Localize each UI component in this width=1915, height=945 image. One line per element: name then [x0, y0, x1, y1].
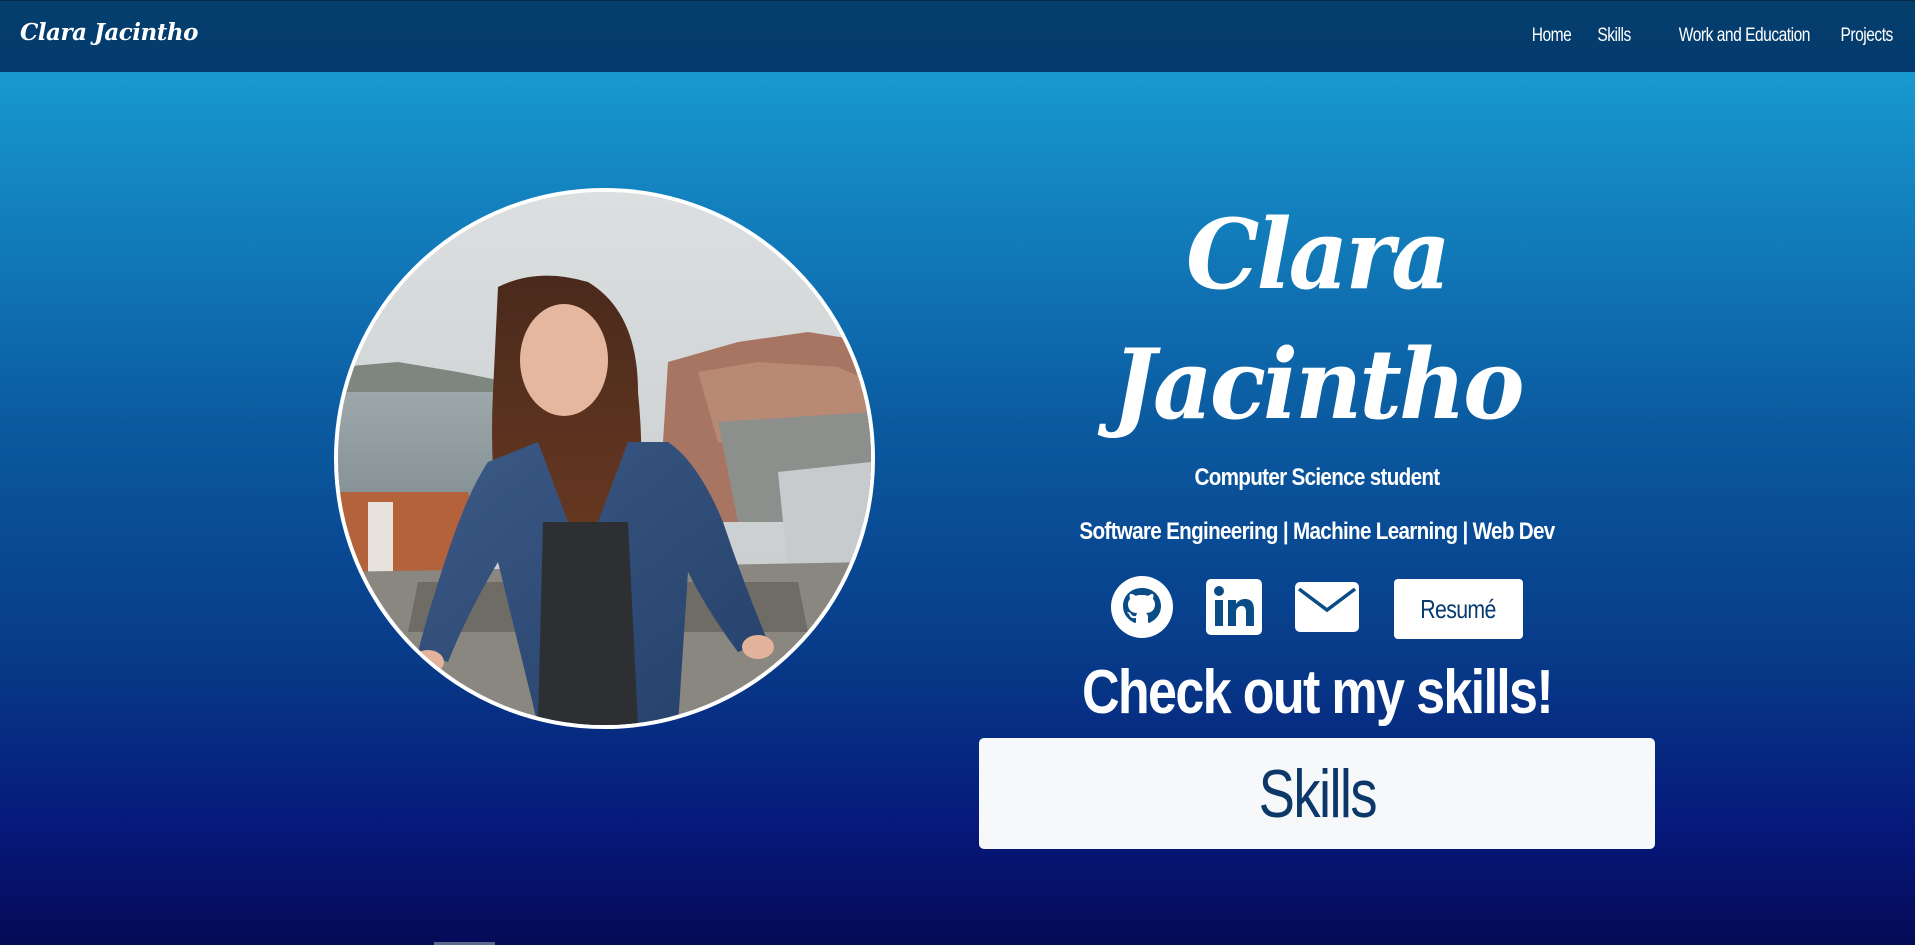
nav-link-home[interactable]: Home [1532, 25, 1572, 47]
envelope-icon[interactable] [1295, 581, 1360, 637]
nav-link-work-education[interactable]: Work and Education [1679, 25, 1811, 47]
skills-cta-heading: Check out my skills! [1081, 658, 1554, 727]
resume-button[interactable]: Resumé [1394, 579, 1523, 639]
nav-link-projects[interactable]: Projects [1841, 25, 1894, 47]
github-icon[interactable] [1111, 575, 1174, 643]
nav-link-skills[interactable]: Skills [1598, 25, 1632, 47]
hero-name: Clara Jacintho [1112, 198, 1524, 441]
hero-intro: Clara Jacintho Computer Science student … [979, 190, 1655, 849]
profile-photo [334, 188, 875, 729]
social-links: Resumé [979, 575, 1655, 640]
brand-link[interactable]: Clara Jacintho [20, 19, 198, 46]
linkedin-icon[interactable] [1206, 578, 1263, 640]
hero-subtitle-interests: Software Engineering | Machine Learning … [1079, 518, 1555, 545]
hero-subtitle-role: Computer Science student [1194, 464, 1441, 491]
profile-photo-image [338, 192, 871, 725]
resume-button-label: Resumé [1420, 593, 1497, 624]
skills-button-label: Skills [1258, 755, 1377, 832]
top-navbar: Clara Jacintho Home Skills Work and Educ… [0, 0, 1915, 72]
nav-links: Home Skills Work and Education Projects [1523, 25, 1894, 47]
skills-button[interactable]: Skills [979, 738, 1655, 849]
